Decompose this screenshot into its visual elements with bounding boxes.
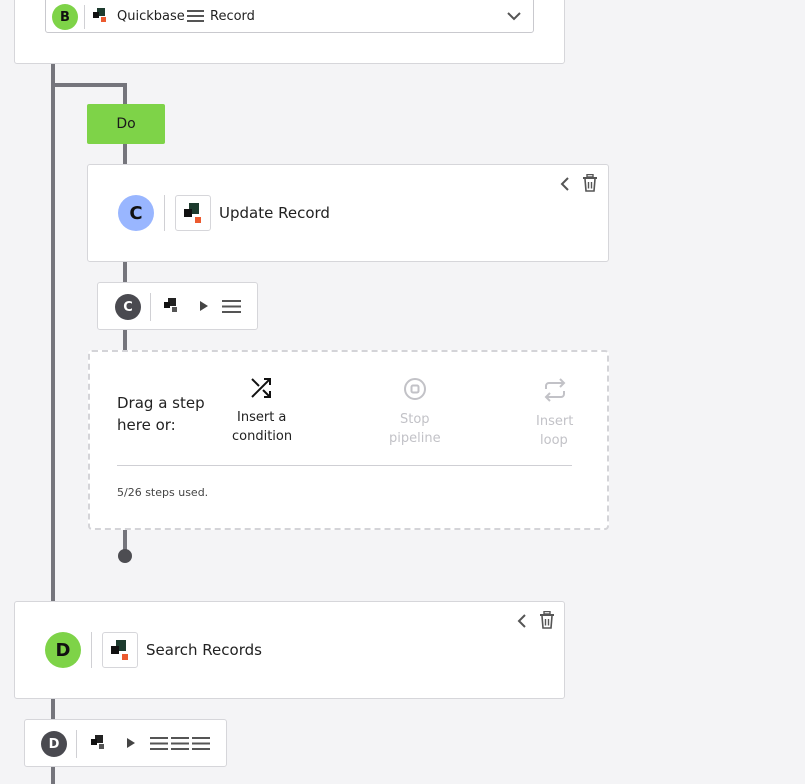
trash-icon[interactable] bbox=[582, 174, 598, 192]
stop-pipeline-button[interactable]: Stop pipeline bbox=[375, 374, 451, 452]
separator bbox=[150, 293, 151, 321]
insert-condition-label-line1: Insert a bbox=[237, 410, 287, 425]
shuffle-condition-icon bbox=[251, 378, 271, 398]
drop-zone-divider bbox=[117, 465, 572, 466]
separator bbox=[164, 195, 165, 231]
insert-loop-label-line1: Insert bbox=[536, 414, 574, 429]
step-b-app-name: Quickbase bbox=[117, 9, 185, 24]
step-drop-zone[interactable]: Drag a step here or: Insert a condition … bbox=[88, 350, 609, 530]
collapse-chevron-icon[interactable] bbox=[517, 613, 527, 629]
quickbase-app-tile bbox=[175, 195, 211, 231]
step-d-mini-badge: D bbox=[41, 731, 67, 757]
stop-circle-icon bbox=[404, 378, 426, 400]
do-to-step-c-connector bbox=[123, 143, 127, 165]
branch-end-dot bbox=[118, 549, 132, 563]
quickbase-logo-icon bbox=[93, 8, 106, 22]
stop-pipeline-label-line1: Stop bbox=[400, 412, 430, 427]
quickbase-logo-icon bbox=[111, 640, 128, 660]
dropzone-to-end-connector bbox=[123, 529, 127, 551]
quickbase-logo-icon bbox=[184, 203, 201, 223]
step-c-badge: C bbox=[118, 195, 154, 231]
menu-lines-icon bbox=[222, 300, 241, 313]
do-block[interactable]: Do bbox=[87, 104, 165, 144]
insert-loop-label-line2: loop bbox=[540, 433, 568, 448]
steps-used-text: 5/26 steps used. bbox=[117, 486, 209, 499]
step-d-mini-summary[interactable]: D bbox=[24, 719, 227, 767]
play-arrow-icon bbox=[127, 738, 135, 748]
branch-connector-horizontal bbox=[51, 83, 127, 87]
menu-lines-icon bbox=[150, 737, 168, 750]
loop-icon bbox=[544, 378, 566, 402]
do-label: Do bbox=[116, 116, 136, 132]
separator bbox=[91, 632, 92, 668]
insert-condition-button[interactable]: Insert a condition bbox=[220, 374, 302, 450]
separator bbox=[76, 730, 77, 758]
step-c-to-mini-connector bbox=[123, 261, 127, 283]
quickbase-logo-icon bbox=[91, 735, 104, 749]
trash-icon[interactable] bbox=[539, 611, 555, 629]
step-c-mini-badge-letter: C bbox=[123, 299, 133, 315]
play-arrow-icon bbox=[200, 301, 208, 311]
quickbase-app-tile bbox=[102, 632, 138, 668]
drag-step-text-line1: Drag a step bbox=[117, 394, 205, 412]
step-b-badge-letter: B bbox=[60, 9, 70, 25]
step-b-selector[interactable]: B Quickbase Record bbox=[45, 0, 534, 33]
branch-connector-vertical bbox=[123, 83, 127, 105]
chevron-down-icon[interactable] bbox=[507, 11, 521, 21]
menu-lines-icon bbox=[187, 10, 204, 22]
step-c-card[interactable]: C Update Record bbox=[87, 164, 609, 262]
insert-loop-button[interactable]: Insert loop bbox=[520, 374, 590, 452]
step-d-mini-badge-letter: D bbox=[48, 736, 60, 752]
collapse-chevron-icon[interactable] bbox=[560, 176, 570, 192]
menu-lines-icon bbox=[171, 737, 189, 750]
step-b-entity: Record bbox=[210, 9, 255, 24]
step-d-title: Search Records bbox=[146, 641, 262, 659]
step-d-card[interactable]: D Search Records bbox=[14, 601, 565, 699]
quickbase-logo-icon bbox=[164, 298, 177, 312]
insert-condition-label-line2: condition bbox=[232, 429, 293, 444]
step-d-badge: D bbox=[45, 632, 81, 668]
step-c-badge-letter: C bbox=[129, 202, 143, 224]
menu-lines-icon bbox=[192, 737, 210, 750]
step-c-mini-badge: C bbox=[115, 294, 141, 320]
separator bbox=[84, 5, 85, 29]
step-b-badge: B bbox=[52, 4, 78, 30]
stop-pipeline-label-line2: pipeline bbox=[389, 431, 441, 446]
drag-step-text-line2: here or: bbox=[117, 416, 176, 434]
step-c-mini-summary[interactable]: C bbox=[97, 282, 258, 330]
step-d-badge-letter: D bbox=[55, 639, 71, 661]
step-c-title: Update Record bbox=[219, 204, 330, 222]
mini-to-dropzone-connector bbox=[123, 329, 127, 351]
main-connector-line bbox=[51, 63, 55, 603]
